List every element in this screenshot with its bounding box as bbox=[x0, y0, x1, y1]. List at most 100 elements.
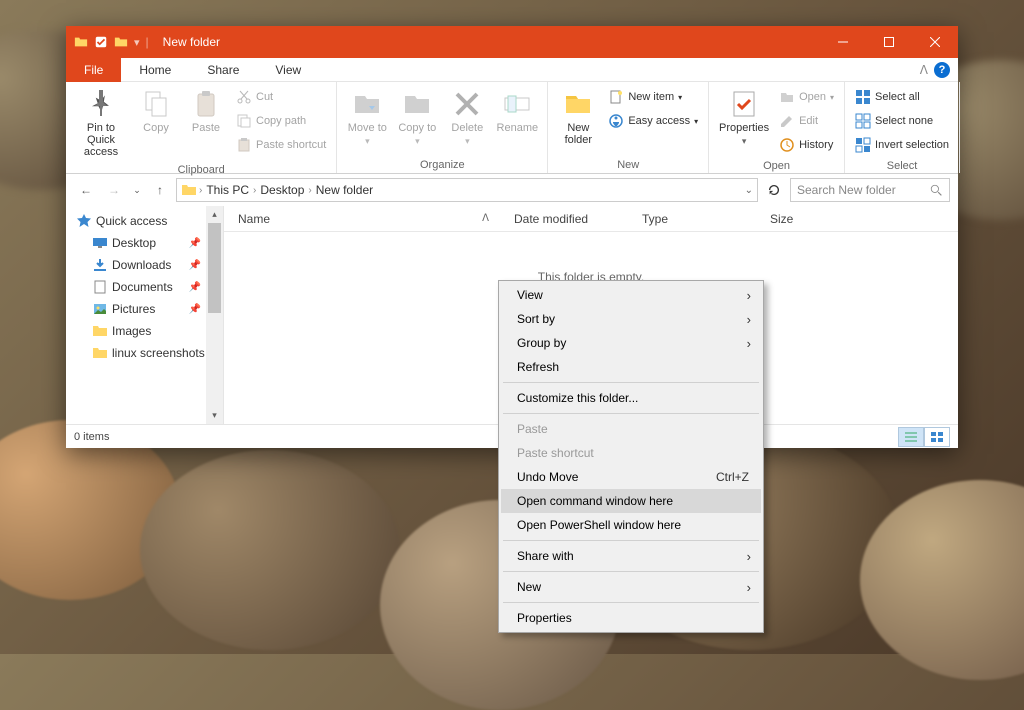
tab-view[interactable]: View bbox=[257, 58, 319, 82]
new-item-icon bbox=[608, 89, 624, 105]
tab-share[interactable]: Share bbox=[189, 58, 257, 82]
crumb-thispc[interactable]: This PC bbox=[204, 183, 251, 197]
window-title: New folder bbox=[163, 35, 220, 49]
submenu-arrow-icon: › bbox=[747, 336, 751, 351]
select-all-icon bbox=[855, 89, 871, 105]
nav-scrollbar[interactable]: ▴ ▾ bbox=[206, 206, 223, 424]
navigation-pane[interactable]: Quick access Desktop 📌 Downloads 📌 Docum… bbox=[66, 206, 224, 424]
col-name[interactable]: Name ᐱ bbox=[224, 206, 500, 231]
downloads-icon bbox=[92, 257, 108, 273]
history-icon bbox=[779, 137, 795, 153]
delete-button[interactable]: Delete ▾ bbox=[443, 86, 491, 149]
select-all-button[interactable]: Select all bbox=[851, 86, 953, 108]
cut-icon bbox=[236, 89, 252, 105]
address-row: ← → ⌄ ↑ › This PC › Desktop › New folder… bbox=[66, 174, 958, 206]
ctx-paste-shortcut: Paste shortcut bbox=[501, 441, 761, 465]
ctx-customize[interactable]: Customize this folder... bbox=[501, 386, 761, 410]
tree-quick-access[interactable]: Quick access bbox=[66, 210, 223, 232]
address-bar[interactable]: › This PC › Desktop › New folder ⌄ bbox=[176, 178, 758, 202]
invert-selection-button[interactable]: Invert selection bbox=[851, 134, 953, 156]
qat-dropdown-icon[interactable]: ▾ bbox=[134, 36, 140, 49]
submenu-arrow-icon: › bbox=[747, 580, 751, 595]
folder-icon bbox=[92, 345, 108, 361]
tree-images[interactable]: Images bbox=[66, 320, 223, 342]
folder-icon bbox=[181, 182, 197, 198]
ctx-undo-move[interactable]: Undo MoveCtrl+Z bbox=[501, 465, 761, 489]
select-none-button[interactable]: Select none bbox=[851, 110, 953, 132]
context-menu: View› Sort by› Group by› Refresh Customi… bbox=[498, 280, 764, 633]
pin-icon: 📌 bbox=[189, 260, 201, 271]
folder-icon bbox=[74, 35, 88, 49]
col-type[interactable]: Type bbox=[628, 206, 756, 231]
new-folder-button[interactable]: New folder bbox=[554, 86, 602, 148]
nav-up-button[interactable]: ↑ bbox=[148, 178, 172, 202]
col-date[interactable]: Date modified bbox=[500, 206, 628, 231]
item-count: 0 items bbox=[74, 431, 109, 443]
select-none-icon bbox=[855, 113, 871, 129]
tree-documents[interactable]: Documents 📌 bbox=[66, 276, 223, 298]
copy-path-button[interactable]: Copy path bbox=[232, 110, 330, 132]
minimize-button[interactable] bbox=[820, 26, 866, 58]
tree-pictures[interactable]: Pictures 📌 bbox=[66, 298, 223, 320]
move-to-button[interactable]: Move to ▾ bbox=[343, 86, 391, 149]
properties-button[interactable]: Properties ▾ bbox=[715, 86, 773, 149]
ctx-paste: Paste bbox=[501, 417, 761, 441]
ctx-open-powershell[interactable]: Open PowerShell window here bbox=[501, 513, 761, 537]
close-button[interactable] bbox=[912, 26, 958, 58]
view-details-button[interactable] bbox=[898, 427, 924, 447]
folder-icon bbox=[92, 323, 108, 339]
easy-access-button[interactable]: Easy access ▾ bbox=[604, 110, 702, 132]
refresh-button[interactable] bbox=[762, 178, 786, 202]
cut-button[interactable]: Cut bbox=[232, 86, 330, 108]
pin-icon: 📌 bbox=[189, 238, 201, 249]
ctx-view[interactable]: View› bbox=[501, 283, 761, 307]
maximize-button[interactable] bbox=[866, 26, 912, 58]
search-input[interactable]: Search New folder bbox=[790, 178, 950, 202]
edit-button[interactable]: Edit bbox=[775, 110, 838, 132]
history-button[interactable]: History bbox=[775, 134, 838, 156]
pin-icon: 📌 bbox=[189, 304, 201, 315]
address-dropdown-icon[interactable]: ⌄ bbox=[745, 185, 753, 196]
paste-shortcut-button[interactable]: Paste shortcut bbox=[232, 134, 330, 156]
crumb-newfolder[interactable]: New folder bbox=[314, 183, 375, 197]
ctx-share-with[interactable]: Share with› bbox=[501, 544, 761, 568]
new-item-button[interactable]: New item ▾ bbox=[604, 86, 702, 108]
pin-icon: 📌 bbox=[189, 282, 201, 293]
open-button[interactable]: Open ▾ bbox=[775, 86, 838, 108]
documents-icon bbox=[92, 279, 108, 295]
col-size[interactable]: Size bbox=[756, 206, 836, 231]
titlebar[interactable]: ▾ | New folder bbox=[66, 26, 958, 58]
rename-button[interactable]: Rename bbox=[493, 86, 541, 136]
paste-button[interactable]: Paste bbox=[182, 86, 230, 136]
view-large-icons-button[interactable] bbox=[924, 427, 950, 447]
qat-newfolder-icon[interactable] bbox=[114, 35, 128, 49]
ctx-properties[interactable]: Properties bbox=[501, 606, 761, 630]
nav-forward-button[interactable]: → bbox=[102, 178, 126, 202]
column-headers: Name ᐱ Date modified Type Size bbox=[224, 206, 958, 232]
easy-access-icon bbox=[608, 113, 624, 129]
paste-shortcut-icon bbox=[236, 137, 252, 153]
ctx-sort-by[interactable]: Sort by› bbox=[501, 307, 761, 331]
ctx-group-by[interactable]: Group by› bbox=[501, 331, 761, 355]
tab-file[interactable]: File bbox=[66, 58, 121, 82]
nav-history-dropdown[interactable]: ⌄ bbox=[130, 178, 144, 202]
copy-to-button[interactable]: Copy to ▾ bbox=[393, 86, 441, 149]
ribbon: Pin to Quick access Copy Paste Cut bbox=[66, 82, 958, 174]
tree-desktop[interactable]: Desktop 📌 bbox=[66, 232, 223, 254]
crumb-desktop[interactable]: Desktop bbox=[258, 183, 306, 197]
copy-button[interactable]: Copy bbox=[132, 86, 180, 136]
ribbon-collapse-button[interactable]: ᐱ bbox=[920, 63, 928, 77]
qat-properties-icon[interactable] bbox=[94, 35, 108, 49]
ctx-new[interactable]: New› bbox=[501, 575, 761, 599]
edit-icon bbox=[779, 113, 795, 129]
tree-linux-screenshots[interactable]: linux screenshots bbox=[66, 342, 223, 364]
tree-downloads[interactable]: Downloads 📌 bbox=[66, 254, 223, 276]
open-icon bbox=[779, 89, 795, 105]
tab-home[interactable]: Home bbox=[121, 58, 189, 82]
ctx-refresh[interactable]: Refresh bbox=[501, 355, 761, 379]
submenu-arrow-icon: › bbox=[747, 312, 751, 327]
ctx-open-cmd[interactable]: Open command window here bbox=[501, 489, 761, 513]
nav-back-button[interactable]: ← bbox=[74, 178, 98, 202]
help-icon[interactable]: ? bbox=[934, 62, 950, 78]
pin-to-quick-access-button[interactable]: Pin to Quick access bbox=[72, 86, 130, 160]
